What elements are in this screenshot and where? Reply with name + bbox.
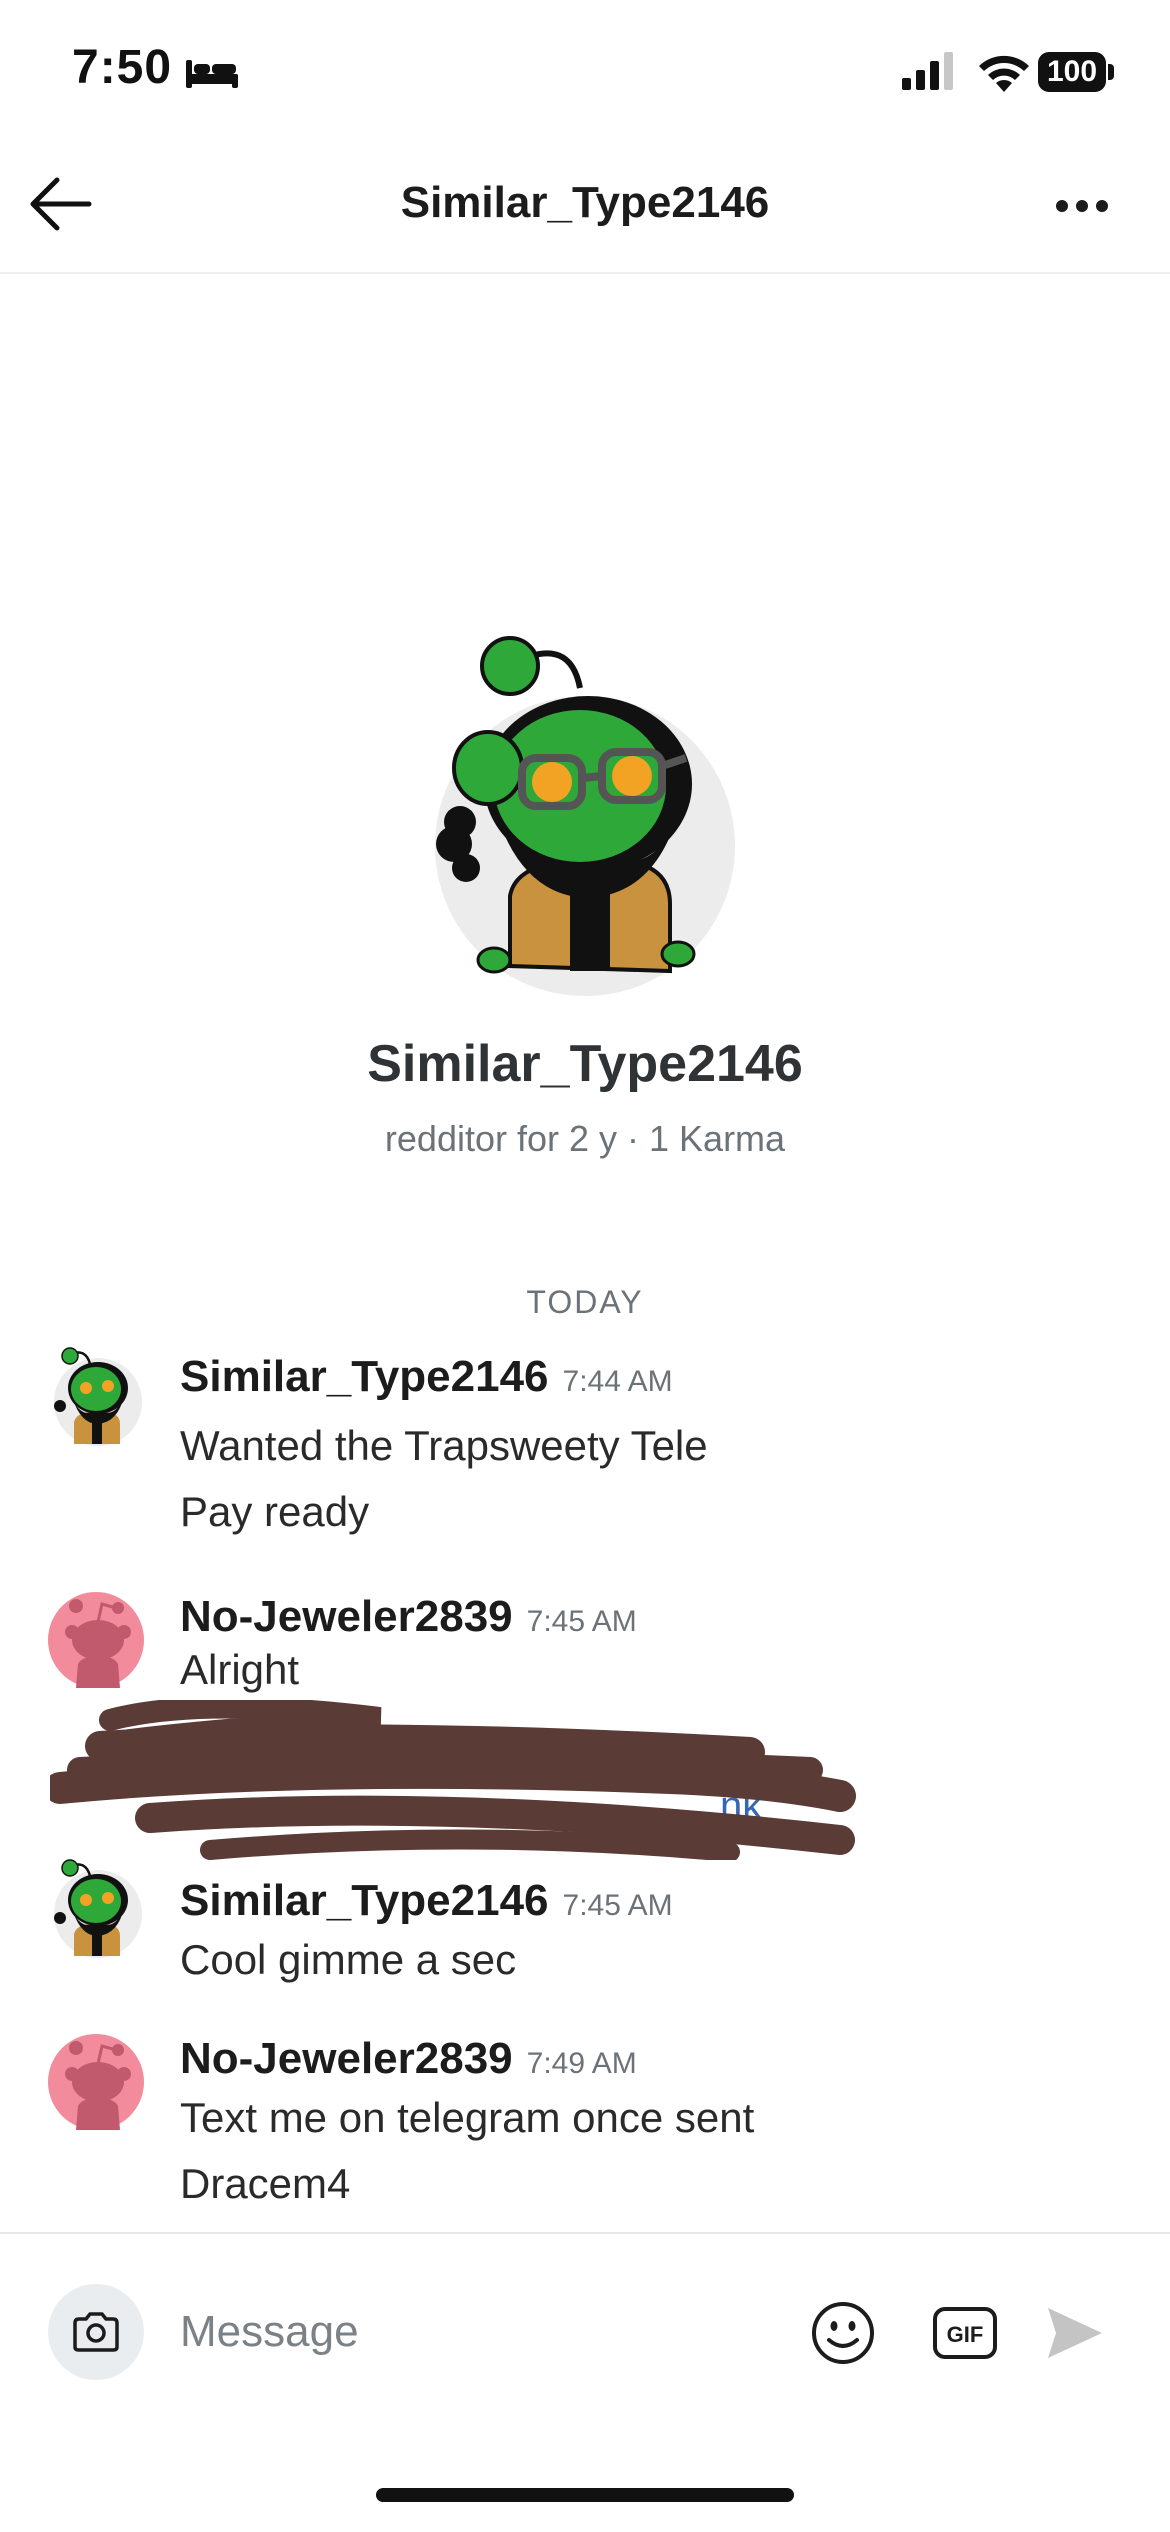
- message-text: Cool gimme a sec: [180, 1936, 517, 1983]
- avatar[interactable]: [46, 1590, 146, 1690]
- camera-icon: [73, 2312, 119, 2352]
- message-username[interactable]: Similar_Type2146: [180, 1352, 549, 1401]
- send-icon[interactable]: [1044, 2304, 1106, 2362]
- profile-meta: redditor for 2 y · 1 Karma: [384, 1118, 786, 1159]
- message-input[interactable]: [180, 2300, 780, 2364]
- gif-icon: GIF: [933, 2307, 997, 2359]
- avatar[interactable]: [46, 1858, 146, 1958]
- gif-button[interactable]: GIF: [932, 2306, 998, 2360]
- message-text: Dracem4: [180, 2160, 351, 2207]
- wifi-icon: [979, 55, 1029, 92]
- signal-icon: [902, 52, 953, 90]
- profile-name: Similar_Type2146: [367, 1035, 803, 1093]
- profile-avatar[interactable]: [430, 636, 740, 1006]
- message-username[interactable]: No-Jeweler2839: [180, 2034, 513, 2083]
- message-header: Similar_Type2146 7:45 AM: [180, 1876, 673, 1926]
- message-header: Similar_Type2146 7:44 AM: [180, 1352, 673, 1402]
- message-header: No-Jeweler2839 7:49 AM: [180, 2034, 637, 2084]
- more-horizontal-icon: [1056, 200, 1108, 212]
- message-text: Pay ready: [180, 1488, 370, 1535]
- message-username[interactable]: No-Jeweler2839: [180, 1592, 513, 1641]
- header-divider: [0, 272, 1170, 274]
- message-time: 7:45 AM: [562, 1889, 673, 1922]
- more-options-button[interactable]: [1042, 176, 1122, 236]
- message-text: Alright: [180, 1646, 300, 1693]
- battery-tip: [1108, 64, 1114, 80]
- home-indicator: [376, 2488, 794, 2502]
- message-time: 7:45 AM: [526, 1605, 637, 1638]
- camera-button[interactable]: [48, 2284, 144, 2380]
- message-time: 7:44 AM: [562, 1365, 673, 1398]
- status-time: 7:50: [72, 41, 173, 94]
- avatar[interactable]: [46, 2032, 146, 2132]
- message-time: 7:49 AM: [526, 2047, 637, 2080]
- emoji-icon[interactable]: [810, 2300, 876, 2366]
- message-header: No-Jeweler2839 7:45 AM: [180, 1592, 637, 1642]
- composer-divider: [0, 2232, 1170, 2234]
- redaction-scribble: [50, 1700, 856, 1860]
- gif-label: GIF: [947, 2322, 984, 2347]
- message-text: Text me on telegram once sent: [180, 2094, 755, 2141]
- avatar[interactable]: [46, 1346, 146, 1446]
- bed-icon: [186, 60, 238, 88]
- message-text: Wanted the Trapsweety Tele: [180, 1422, 708, 1469]
- battery-indicator: 100: [1038, 52, 1106, 92]
- day-separator: TODAY: [526, 1284, 644, 1320]
- message-username[interactable]: Similar_Type2146: [180, 1876, 549, 1925]
- page-title: Similar_Type2146: [400, 178, 770, 227]
